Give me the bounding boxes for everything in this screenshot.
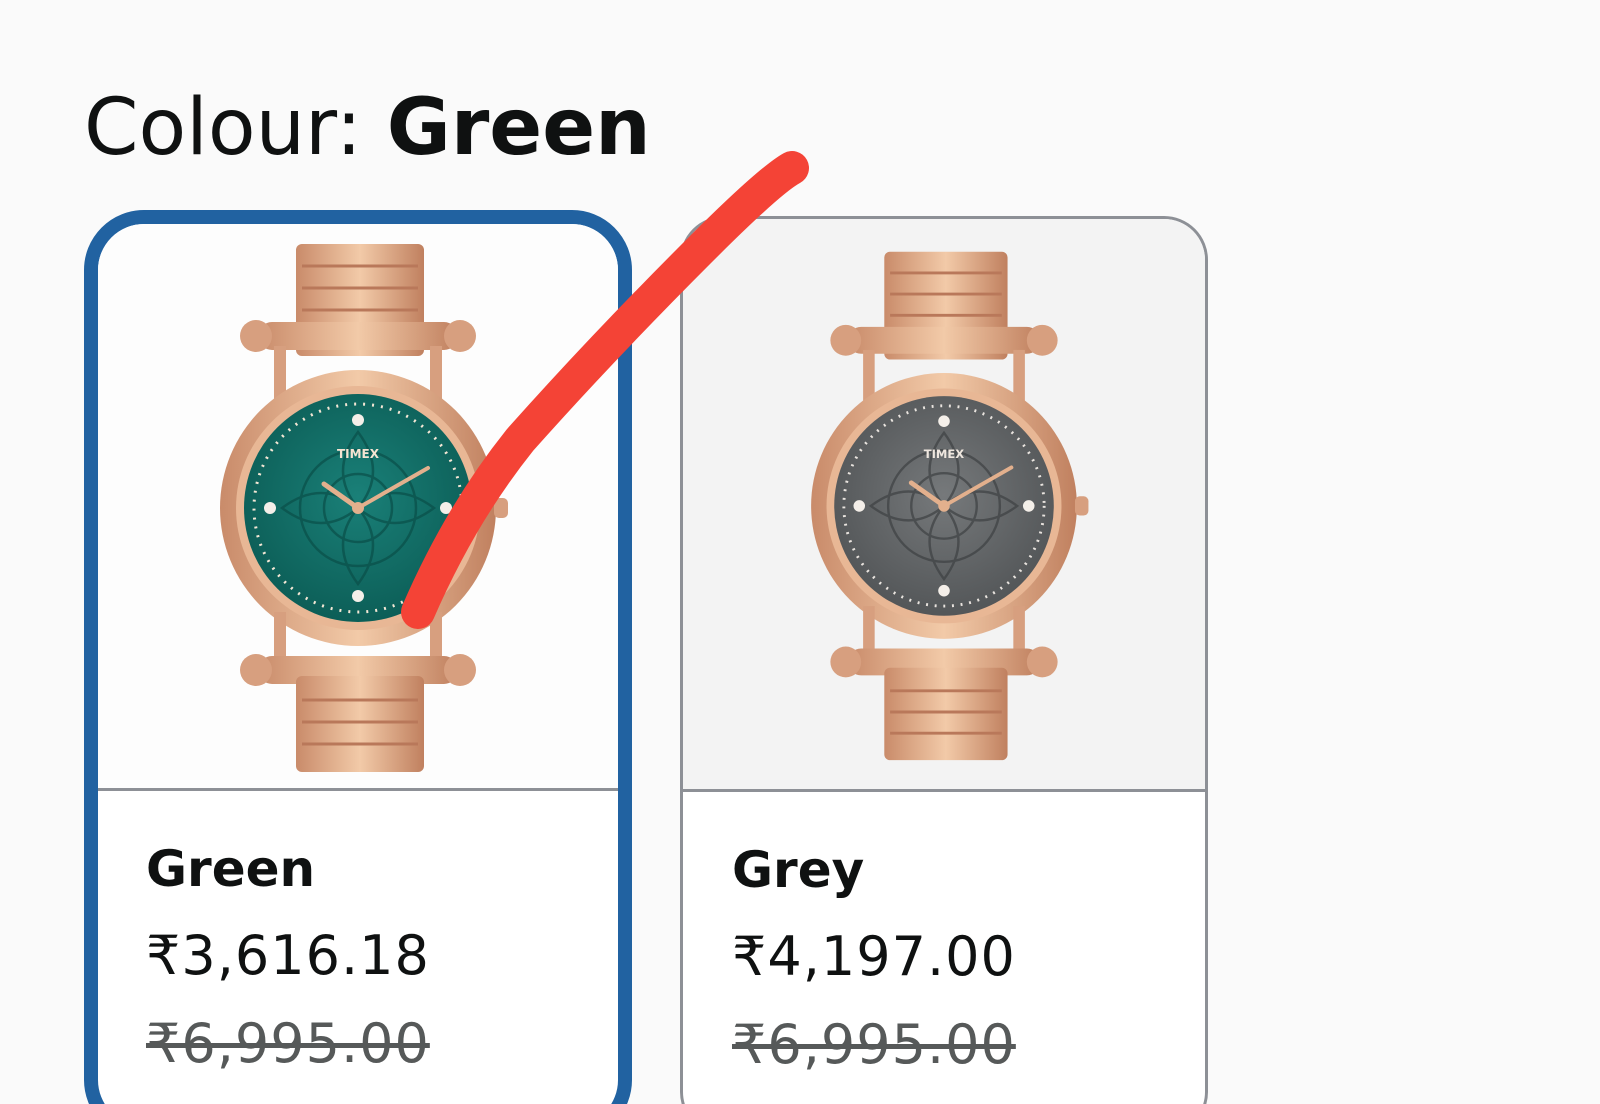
swatch-image-area: TIMEX bbox=[683, 219, 1205, 792]
colour-heading-value: Green bbox=[386, 83, 651, 173]
swatch-name: Grey bbox=[732, 841, 865, 899]
swatch-price: ₹4,197.00 bbox=[732, 925, 1016, 988]
watch-image-green: TIMEX bbox=[220, 244, 508, 772]
swatch-mrp-strikethrough: ₹6,995.00 bbox=[732, 1013, 1016, 1076]
colour-swatch-grey[interactable]: TIMEX Grey ₹4,197.00 ₹6,995.00 bbox=[680, 216, 1208, 1104]
watch-brand-text: TIMEX bbox=[337, 447, 380, 461]
swatch-image-area: TIMEX bbox=[98, 224, 618, 791]
swatch-info: Grey ₹4,197.00 ₹6,995.00 bbox=[683, 792, 1205, 1080]
colour-heading: Colour: Green bbox=[84, 78, 651, 178]
colour-heading-label: Colour: bbox=[84, 83, 387, 173]
watch-brand-text: TIMEX bbox=[924, 447, 965, 461]
product-variant-page: Colour: Green TIMEX Green ₹3,616.18 ₹6,9… bbox=[0, 0, 1600, 1104]
swatch-info: Green ₹3,616.18 ₹6,995.00 bbox=[98, 791, 618, 1079]
watch-image-grey: TIMEX bbox=[811, 251, 1089, 761]
swatch-mrp-strikethrough: ₹6,995.00 bbox=[146, 1012, 430, 1075]
colour-swatch-green[interactable]: TIMEX Green ₹3,616.18 ₹6,995.00 bbox=[84, 210, 632, 1104]
swatch-name: Green bbox=[146, 840, 316, 898]
swatch-price: ₹3,616.18 bbox=[146, 924, 430, 987]
